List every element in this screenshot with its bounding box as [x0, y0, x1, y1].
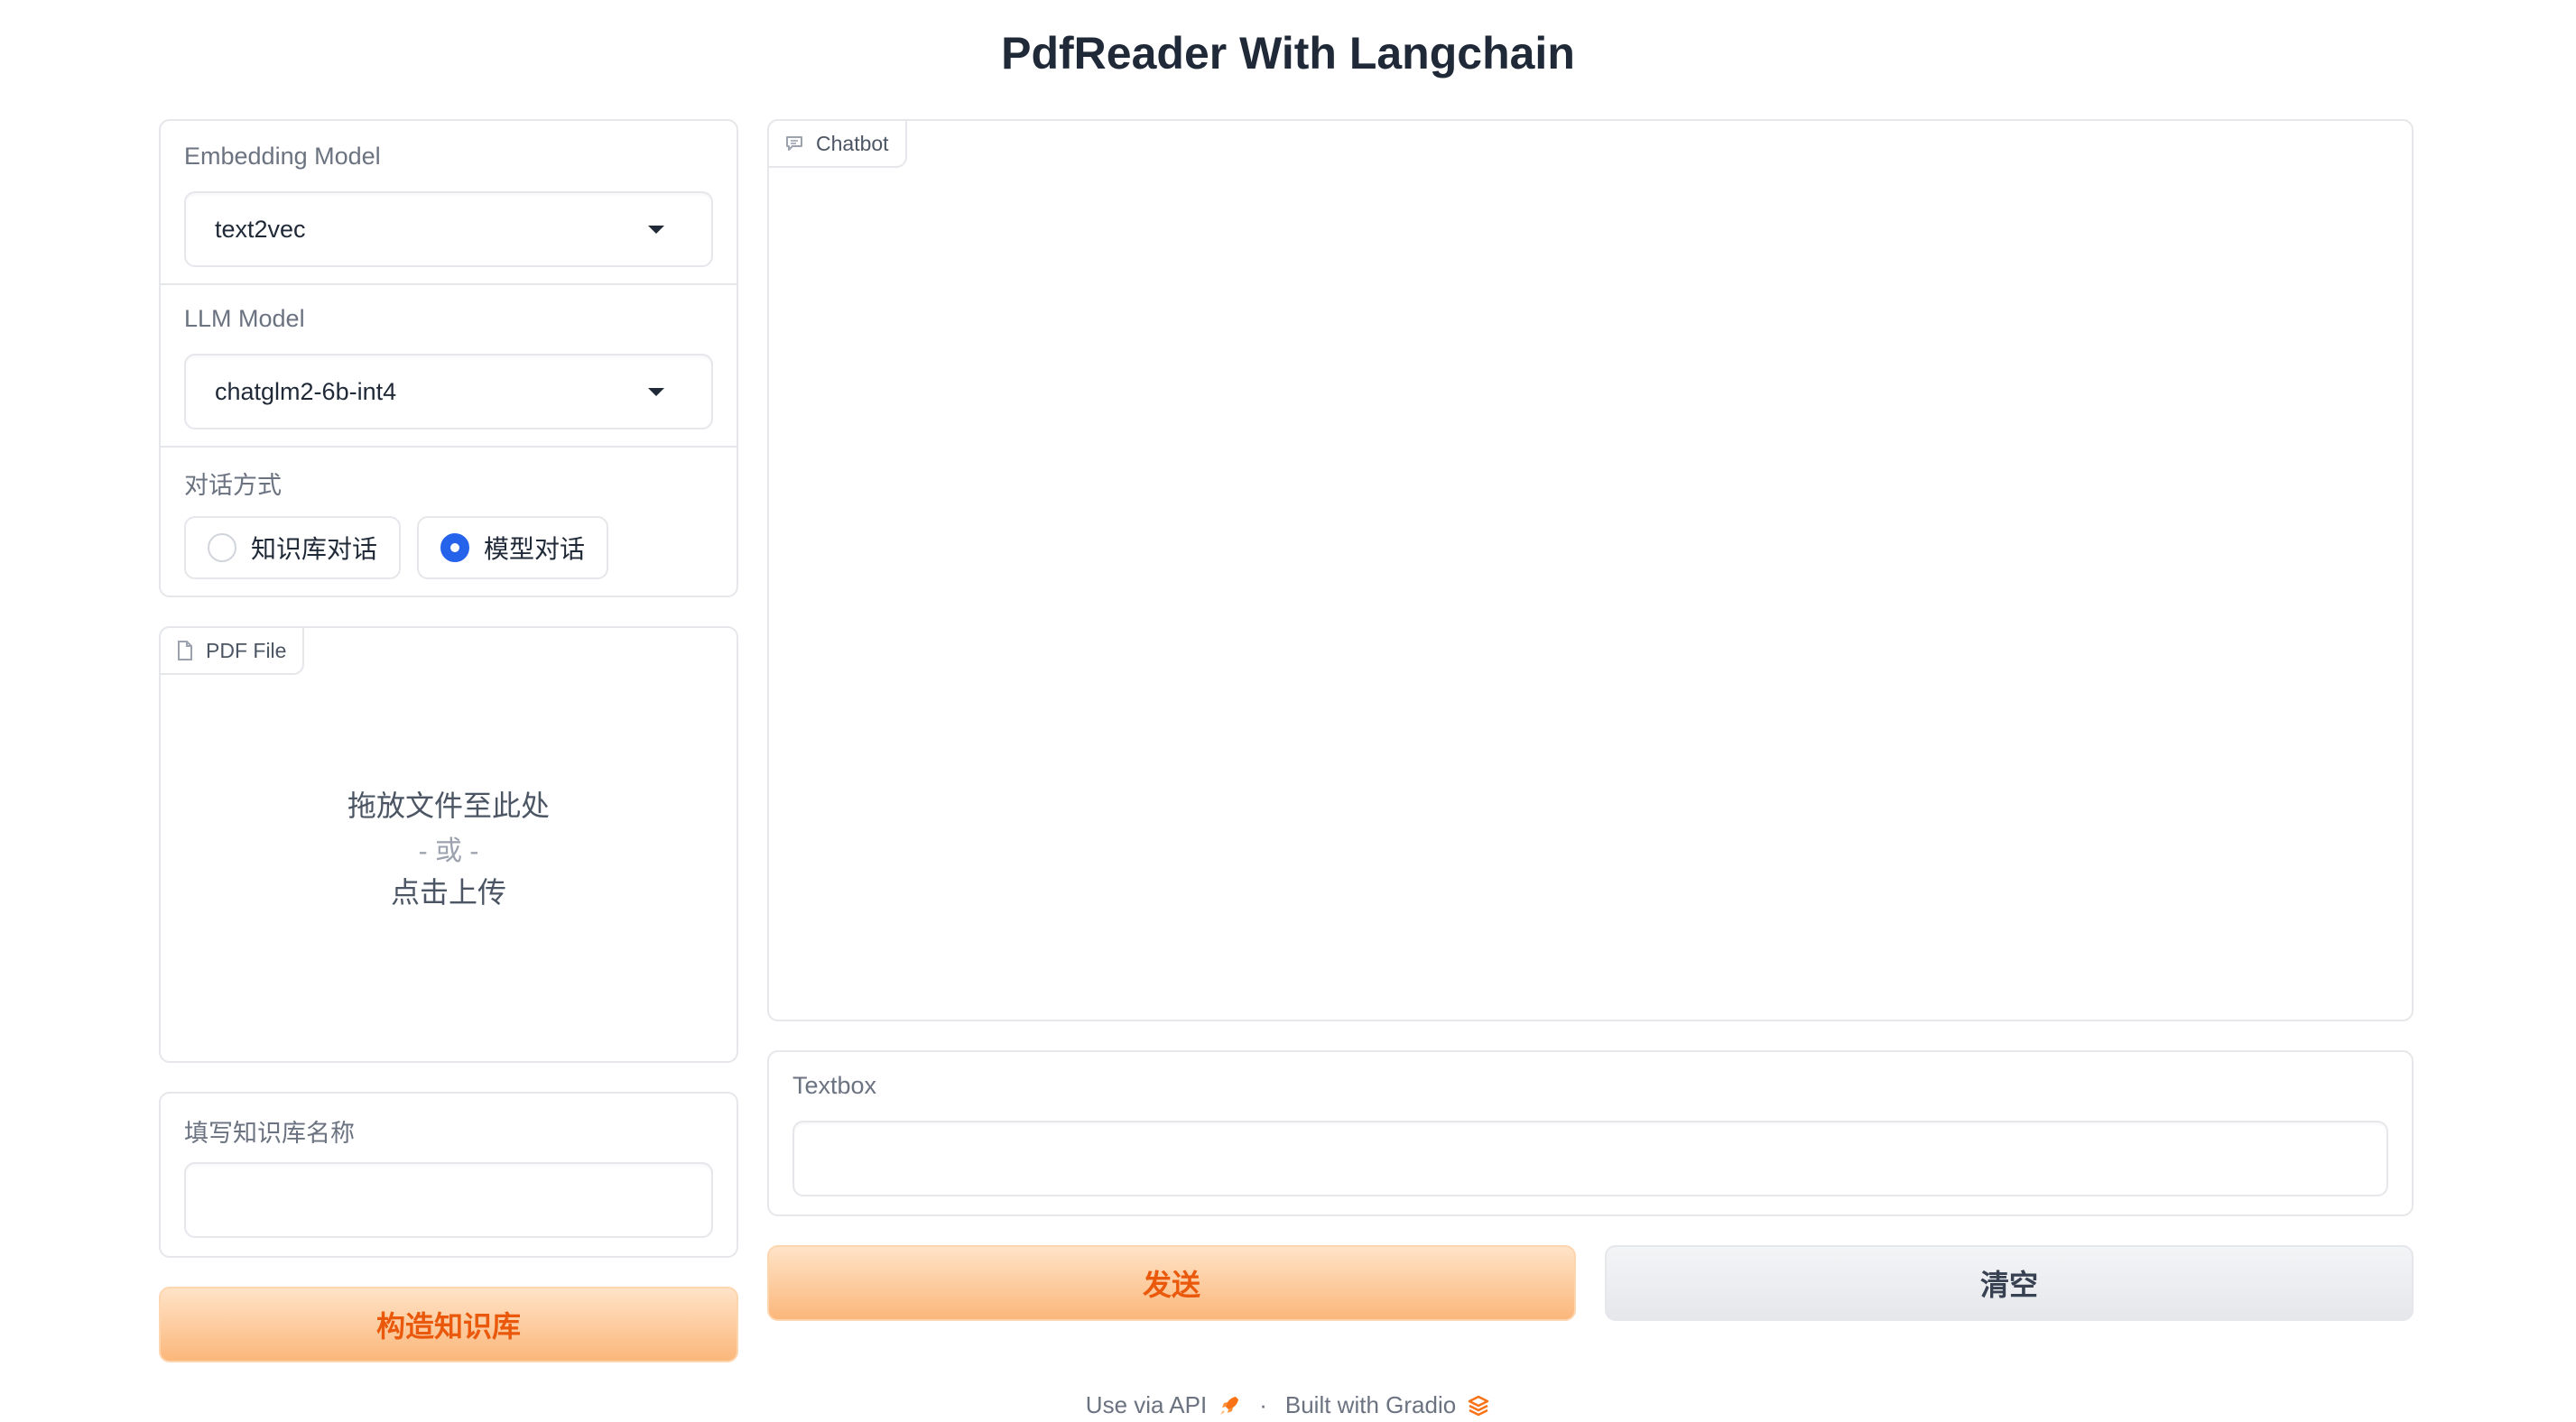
- embedding-model-dropdown[interactable]: text2vec: [184, 191, 713, 267]
- radio-unchecked-icon: [208, 533, 236, 562]
- build-knowledge-base-button[interactable]: 构造知识库: [159, 1287, 738, 1362]
- llm-model-block: LLM Model chatglm2-6b-int4: [161, 283, 737, 446]
- footer: Use via API · Built with Gradio: [0, 1391, 2576, 1419]
- radio-checked-icon: [440, 533, 469, 562]
- llm-model-dropdown[interactable]: chatglm2-6b-int4: [184, 354, 713, 429]
- rocket-icon: [1220, 1396, 1239, 1415]
- chat-mode-block: 对话方式 知识库对话 模型对话: [161, 446, 737, 597]
- llm-model-label: LLM Model: [184, 305, 305, 332]
- drop-file-text: 拖放文件至此处: [347, 789, 550, 822]
- chatbot-panel: Chatbot: [767, 119, 2414, 1021]
- gradio-logo-icon: [1468, 1395, 1489, 1416]
- embedding-model-label: Embedding Model: [184, 143, 381, 170]
- built-with-gradio-link[interactable]: Built with Gradio: [1285, 1391, 1456, 1419]
- kb-name-label: 填写知识库名称: [184, 1120, 355, 1147]
- message-input[interactable]: [792, 1121, 2388, 1196]
- click-upload-text: 点击上传: [390, 876, 506, 909]
- footer-separator: ·: [1259, 1391, 1267, 1418]
- clear-button[interactable]: 清空: [1605, 1245, 2414, 1321]
- pdf-file-tag-label: PDF File: [206, 638, 287, 662]
- radio-model-chat[interactable]: 模型对话: [417, 516, 608, 579]
- pdf-upload-dropzone[interactable]: PDF File 拖放文件至此处 - 或 - 点击上传: [159, 626, 738, 1063]
- file-icon: [178, 641, 192, 660]
- embedding-model-value: text2vec: [215, 215, 306, 243]
- kb-name-input[interactable]: [184, 1162, 713, 1238]
- chatbot-tag-label: Chatbot: [816, 131, 889, 155]
- chat-bubble-icon: [786, 136, 802, 151]
- radio-knowledge-base-chat[interactable]: 知识库对话: [184, 516, 401, 579]
- caret-down-icon: [648, 387, 664, 396]
- pdf-file-tag: PDF File: [159, 626, 305, 675]
- textbox-panel: Textbox: [767, 1050, 2414, 1216]
- textbox-label: Textbox: [792, 1072, 877, 1099]
- or-text: - 或 -: [418, 836, 479, 866]
- app-root: PdfReader With Langchain Embedding Model…: [0, 0, 2576, 1422]
- chat-mode-label: 对话方式: [184, 472, 282, 499]
- kb-name-panel: 填写知识库名称: [159, 1092, 738, 1258]
- send-button[interactable]: 发送: [767, 1245, 1576, 1321]
- page-title: PdfReader With Langchain: [1001, 28, 1575, 78]
- embedding-model-block: Embedding Model text2vec: [161, 121, 737, 283]
- use-via-api-link[interactable]: Use via API: [1086, 1391, 1207, 1419]
- radio-label: 知识库对话: [251, 535, 378, 563]
- settings-panel: Embedding Model text2vec LLM Model chatg…: [159, 119, 738, 597]
- chatbot-tag: Chatbot: [767, 119, 907, 168]
- radio-label: 模型对话: [484, 535, 586, 563]
- llm-model-value: chatglm2-6b-int4: [215, 377, 397, 405]
- caret-down-icon: [648, 225, 664, 234]
